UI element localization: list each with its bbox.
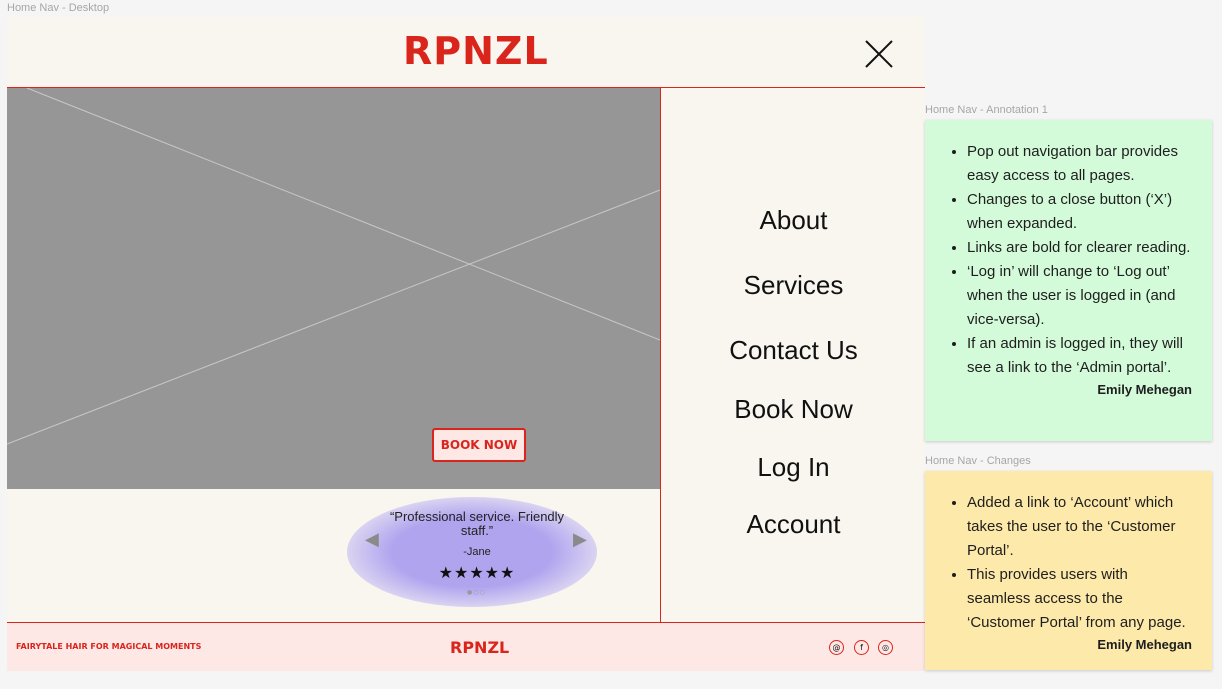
site-footer: FAIRYTALE HAIR FOR MAGICAL MOMENTS RPNZL…	[7, 622, 925, 671]
footer-tagline: FAIRYTALE HAIR FOR MAGICAL MOMENTS	[16, 642, 202, 651]
annotation-bullet: If an admin is logged in, they will see …	[967, 332, 1192, 380]
changes-note: Added a link to ‘Account’ which takes th…	[925, 471, 1212, 670]
annotation-bullet: Changes to a close button (‘X’) when exp…	[967, 188, 1192, 236]
nav-menu: About Services Contact Us Book Now Log I…	[660, 88, 925, 622]
desktop-frame-label: Home Nav - Desktop	[7, 2, 110, 14]
menu-item-about[interactable]: About	[661, 205, 925, 236]
annotation-list: Pop out navigation bar provides easy acc…	[925, 120, 1212, 380]
close-icon[interactable]	[860, 35, 898, 73]
menu-item-services[interactable]: Services	[661, 270, 925, 301]
desktop-frame: RPNZL BOOK NOW ◀ ▶ “Professional service…	[7, 17, 925, 671]
facebook-icon[interactable]: f	[854, 640, 869, 655]
threads-icon[interactable]: @	[829, 640, 844, 655]
instagram-icon[interactable]: ◎	[878, 640, 893, 655]
changes-bullet: Added a link to ‘Account’ which takes th…	[967, 491, 1192, 563]
annotation-bullet: Pop out navigation bar provides easy acc…	[967, 140, 1192, 188]
changes-signature: Emily Mehegan	[1097, 637, 1192, 652]
annotation-bullet: ‘Log in’ will change to ‘Log out’ when t…	[967, 260, 1192, 332]
review-carousel: ◀ ▶ “Professional service. Friendly staf…	[7, 489, 660, 622]
hero-image-placeholder	[7, 87, 661, 489]
menu-item-account[interactable]: Account	[661, 509, 925, 540]
review-stars: ★★★★★	[438, 563, 516, 582]
annotation-frame-label: Home Nav - Annotation 1	[925, 104, 1048, 116]
carousel-dots[interactable]: ●○○	[467, 589, 486, 596]
site-header: RPNZL	[7, 17, 925, 88]
menu-item-book-now[interactable]: Book Now	[661, 394, 925, 425]
annotation-bullet: Links are bold for clearer reading.	[967, 236, 1192, 260]
site-logo[interactable]: RPNZL	[403, 29, 549, 73]
footer-logo[interactable]: RPNZL	[450, 638, 509, 657]
menu-item-contact-us[interactable]: Contact Us	[661, 335, 925, 366]
changes-frame-label: Home Nav - Changes	[925, 455, 1031, 467]
annotation-signature: Emily Mehegan	[1097, 382, 1192, 397]
annotation-note: Pop out navigation bar provides easy acc…	[925, 120, 1212, 441]
placeholder-cross-lines	[7, 87, 661, 445]
changes-list: Added a link to ‘Account’ which takes th…	[925, 471, 1212, 635]
menu-item-log-in[interactable]: Log In	[661, 452, 925, 483]
review-quote: “Professional service. Friendly staff.”	[389, 509, 565, 538]
review-author: -Jane	[463, 546, 491, 558]
book-now-button[interactable]: BOOK NOW	[432, 428, 526, 462]
changes-bullet: This provides users with seamless access…	[967, 563, 1192, 635]
